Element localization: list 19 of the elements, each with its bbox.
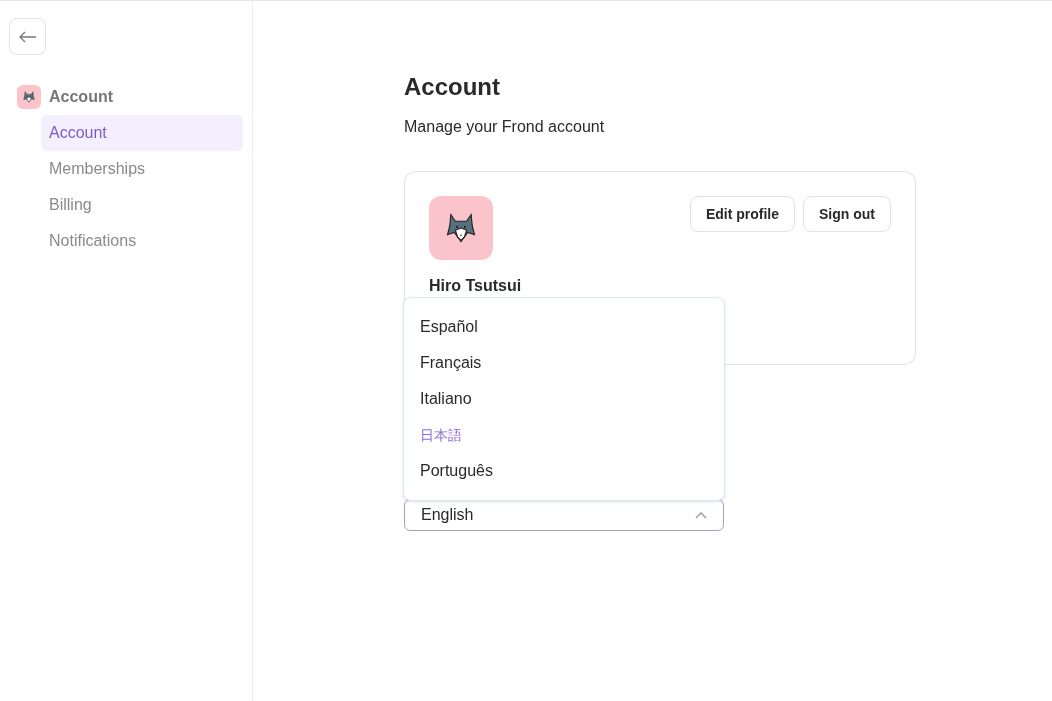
page-title: Account: [404, 72, 501, 102]
language-option[interactable]: Español: [404, 309, 724, 345]
profile-button[interactable]: Sign out: [803, 196, 891, 232]
back-button[interactable]: [9, 18, 46, 55]
profile-button[interactable]: Edit profile: [689, 196, 795, 232]
sidebar-item[interactable]: Memberships: [41, 151, 243, 187]
caret-icon: [695, 511, 707, 519]
page-subtitle: Manage your Frond account: [404, 117, 606, 137]
sidebar-item[interactable]: Billing: [41, 187, 243, 223]
profile-name: Hiro Tsutsui: [429, 276, 522, 296]
language-option[interactable]: 日本語: [404, 417, 724, 453]
sidebar-item[interactable]: Account: [41, 115, 243, 151]
language-option[interactable]: Français: [404, 345, 724, 381]
sidebar-group-label: Account: [49, 87, 113, 107]
language-option[interactable]: Português: [404, 453, 724, 489]
wolf-icon: [22, 90, 36, 104]
language-option[interactable]: Italiano: [404, 381, 724, 417]
sidebar-item[interactable]: Notifications: [41, 223, 243, 259]
back-arrow-icon: [18, 30, 37, 43]
